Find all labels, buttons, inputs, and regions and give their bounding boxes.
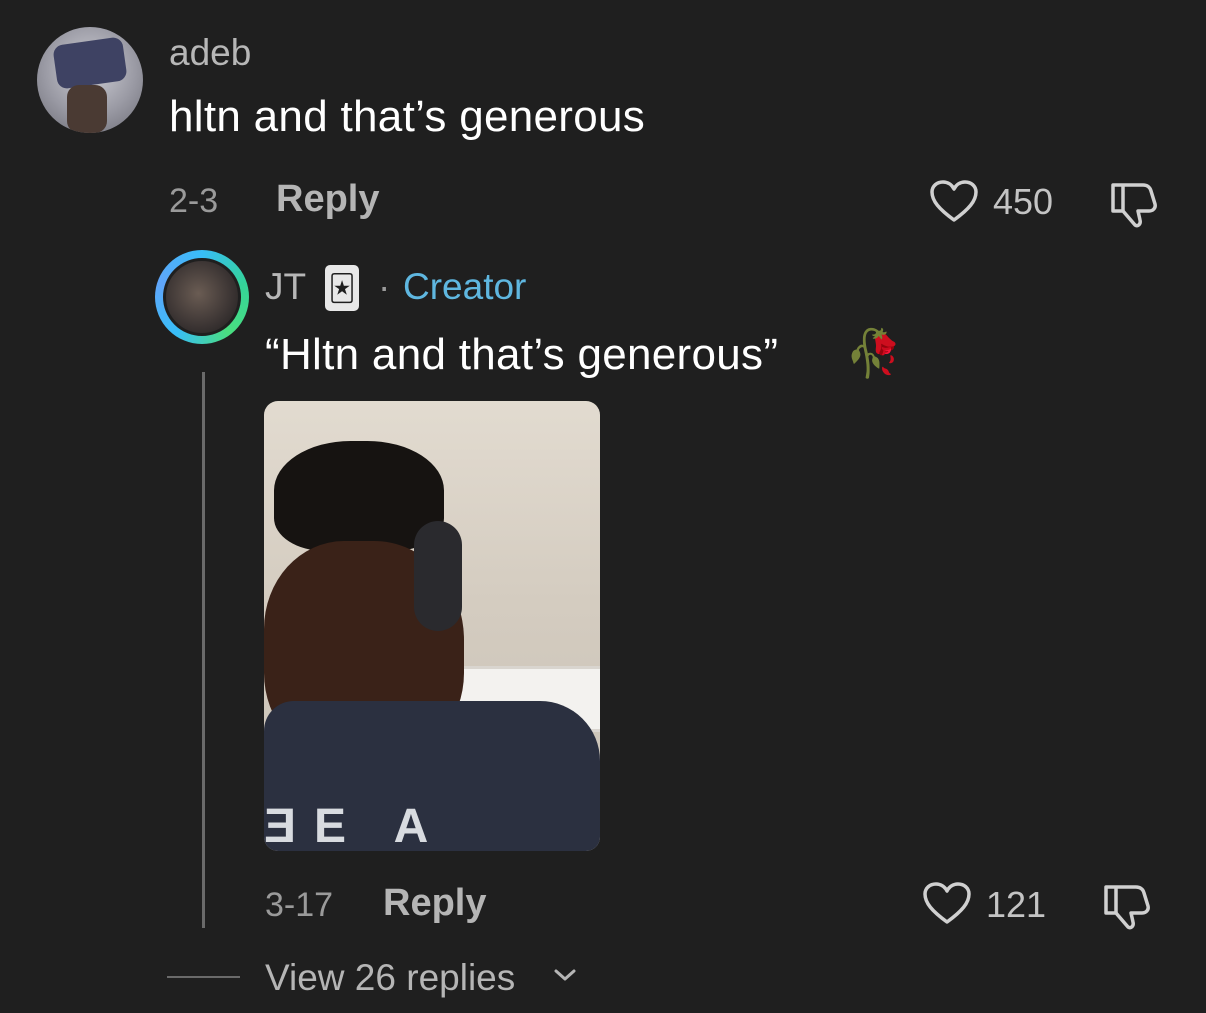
separator-dot: · [378, 266, 391, 307]
chevron-down-icon[interactable] [553, 966, 577, 984]
creator-badge: Creator [403, 266, 527, 307]
thumbs-down-icon[interactable] [1100, 880, 1154, 930]
avatar-image-detail [52, 36, 128, 90]
comment-username[interactable]: adeb [169, 32, 251, 74]
comment-date: 2-3 [169, 182, 219, 220]
avatar[interactable] [163, 258, 241, 336]
avatar-image-detail [67, 85, 107, 133]
reply-username[interactable]: JT [265, 266, 306, 308]
reply-date: 3-17 [265, 886, 334, 924]
divider [167, 976, 240, 978]
shirt-lettering: ƎE A [264, 800, 447, 851]
thumbs-down-icon[interactable] [1107, 178, 1161, 228]
wilted-rose-icon: 🥀 [845, 327, 903, 379]
thread-line [202, 372, 205, 928]
reply-photo[interactable]: ƎE A [264, 401, 600, 851]
comment-text: hltn and that’s generous [169, 92, 646, 141]
like-count: 450 [993, 181, 1054, 222]
avatar[interactable] [37, 27, 143, 133]
heart-icon[interactable] [922, 881, 972, 926]
reply-text: “Hltn and that’s generous” [265, 330, 779, 379]
joker-card-icon: 🃏 [325, 265, 359, 311]
reply-button[interactable]: Reply [383, 882, 486, 925]
heart-icon[interactable] [929, 179, 979, 224]
reply-button[interactable]: Reply [276, 178, 379, 221]
like-count: 121 [986, 884, 1047, 925]
view-replies-button[interactable]: View 26 replies [265, 957, 515, 999]
headphones [414, 521, 462, 631]
